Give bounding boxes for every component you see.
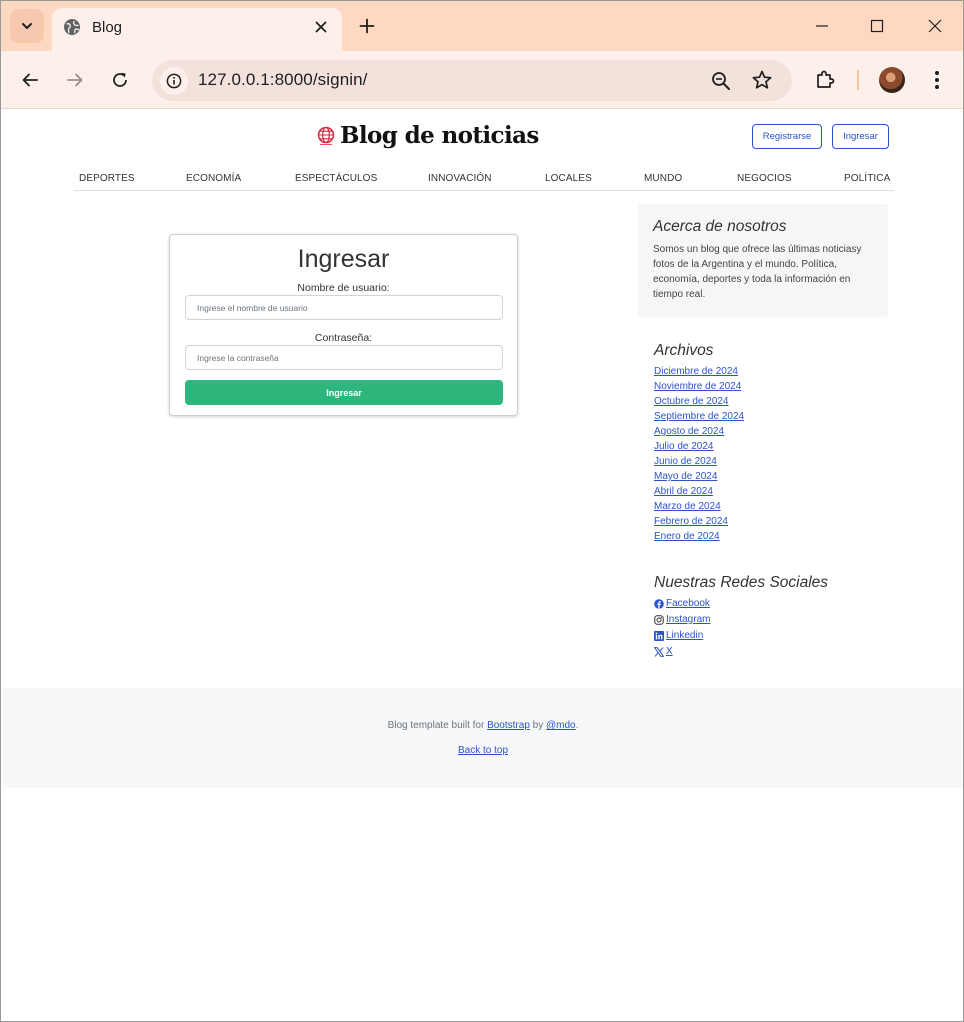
nav-item-mundo[interactable]: MUNDO [644, 173, 682, 184]
arrow-left-icon [22, 73, 38, 87]
archive-link[interactable]: Junio de 2024 [654, 454, 894, 469]
back-button[interactable] [17, 67, 43, 93]
instagram-link[interactable]: Instagram [654, 612, 894, 628]
web-page: Blog de noticias Registrarse Ingresar DE… [2, 110, 963, 1021]
archive-link[interactable]: Enero de 2024 [654, 529, 894, 544]
register-button[interactable]: Registrarse [752, 124, 822, 149]
chevron-down-icon [22, 23, 32, 29]
minimize-button[interactable] [811, 15, 833, 37]
archives-section: Archivos Diciembre de 2024 Noviembre de … [654, 342, 894, 544]
reload-icon [113, 72, 127, 87]
about-box: Acerca de nosotros Somos un blog que ofr… [638, 204, 888, 317]
info-icon [166, 73, 182, 89]
profile-avatar[interactable] [879, 67, 905, 93]
extensions-button[interactable] [812, 67, 838, 93]
social-title: Nuestras Redes Sociales [654, 574, 829, 591]
archive-link[interactable]: Julio de 2024 [654, 439, 894, 454]
login-title: Ingresar [297, 245, 390, 273]
archive-link[interactable]: Noviembre de 2024 [654, 379, 894, 394]
forward-button[interactable] [62, 67, 88, 93]
new-tab-button[interactable] [355, 14, 379, 38]
archive-link[interactable]: Diciembre de 2024 [654, 364, 894, 379]
login-button[interactable]: Ingresar [832, 124, 889, 149]
nav-item-espectaculos[interactable]: ESPECTÁCULOS [295, 173, 377, 184]
back-to-top: Back to top [2, 745, 963, 756]
username-label: Nombre de usuario: [297, 282, 390, 294]
brand-title: Blog de noticias [340, 122, 539, 149]
nav-item-innovacion[interactable]: INNOVACIÓN [428, 173, 492, 184]
facebook-link[interactable]: Facebook [654, 596, 894, 612]
archive-link[interactable]: Mayo de 2024 [654, 469, 894, 484]
archive-link[interactable]: Octubre de 2024 [654, 394, 894, 409]
facebook-label: Facebook [666, 598, 710, 609]
footer-credit: Blog template built for Bootstrap by @md… [2, 720, 963, 731]
nav-item-economia[interactable]: ECONOMÍA [186, 173, 241, 184]
close-icon [315, 21, 327, 33]
toolbar-divider [857, 70, 859, 90]
archive-link[interactable]: Septiembre de 2024 [654, 409, 894, 424]
social-section: Nuestras Redes Sociales Facebook Instagr… [654, 574, 894, 660]
instagram-label: Instagram [666, 614, 711, 625]
login-form: Ingresar Nombre de usuario: Ingrese el n… [169, 234, 518, 416]
tab-search-button[interactable] [10, 9, 44, 43]
mdo-link[interactable]: @mdo [546, 720, 576, 731]
address-bar[interactable]: 127.0.0.1:8000/signin/ [152, 60, 792, 101]
close-icon [928, 19, 942, 33]
browser-menu-button[interactable] [924, 67, 950, 93]
archive-link[interactable]: Febrero de 2024 [654, 514, 894, 529]
linkedin-icon [654, 631, 664, 641]
bootstrap-link[interactable]: Bootstrap [487, 720, 530, 731]
linkedin-link[interactable]: Linkedin [654, 628, 894, 644]
arrow-right-icon [67, 73, 83, 87]
footer-by: by [529, 720, 547, 731]
bookmark-star-icon[interactable] [751, 69, 773, 91]
back-to-top-link[interactable]: Back to top [458, 745, 508, 756]
site-info-button[interactable] [160, 67, 188, 95]
about-title: Acerca de nosotros [653, 218, 787, 235]
username-input[interactable]: Ingrese el nombre de usuario [185, 295, 503, 320]
password-input[interactable]: Ingrese la contraseña [185, 345, 503, 370]
archive-link[interactable]: Marzo de 2024 [654, 499, 894, 514]
window-close-button[interactable] [924, 15, 946, 37]
plus-icon [359, 18, 375, 34]
footer-suffix: . [575, 720, 579, 731]
globe-logo-icon [317, 126, 335, 145]
nav-item-politica[interactable]: POLÍTICA [844, 173, 890, 184]
nav-item-deportes[interactable]: DEPORTES [79, 173, 135, 184]
maximize-icon [870, 19, 884, 33]
minimize-icon [816, 25, 828, 27]
tab-strip: Blog [1, 1, 963, 51]
browser-window: Blog 127.0.0.1:8000/signin/ Blog de noti… [0, 0, 964, 1022]
category-nav: DEPORTES ECONOMÍA ESPECTÁCULOS INNOVACIÓ… [74, 166, 894, 191]
x-link[interactable]: X [654, 644, 894, 660]
maximize-button[interactable] [866, 15, 888, 37]
password-label: Contraseña: [314, 332, 373, 344]
archives-title: Archivos [654, 342, 714, 359]
login-submit-button[interactable]: Ingresar [185, 380, 503, 405]
archive-link[interactable]: Agosto de 2024 [654, 424, 894, 439]
x-label: X [666, 646, 673, 657]
page-footer: Blog template built for Bootstrap by @md… [2, 688, 963, 788]
browser-toolbar: 127.0.0.1:8000/signin/ [1, 51, 963, 109]
x-icon [654, 647, 664, 657]
tab-close-button[interactable] [310, 16, 332, 38]
about-text: Somos un blog que ofrece las últimas not… [653, 244, 862, 300]
reload-button[interactable] [107, 67, 133, 93]
linkedin-label: Linkedin [666, 630, 704, 641]
more-vertical-icon [935, 71, 939, 89]
puzzle-icon [817, 70, 835, 88]
tab-title: Blog [92, 19, 123, 36]
facebook-icon [654, 599, 664, 609]
nav-item-negocios[interactable]: NEGOCIOS [737, 173, 792, 184]
nav-item-locales[interactable]: LOCALES [545, 173, 592, 184]
archive-link[interactable]: Abril de 2024 [654, 484, 894, 499]
active-tab[interactable]: Blog [52, 8, 342, 51]
url-text: 127.0.0.1:8000/signin/ [198, 70, 368, 89]
footer-prefix: Blog template built for [387, 720, 488, 731]
zoom-icon[interactable] [710, 70, 732, 92]
globe-icon [64, 19, 80, 35]
instagram-icon [654, 615, 664, 625]
brand[interactable]: Blog de noticias [316, 122, 539, 149]
